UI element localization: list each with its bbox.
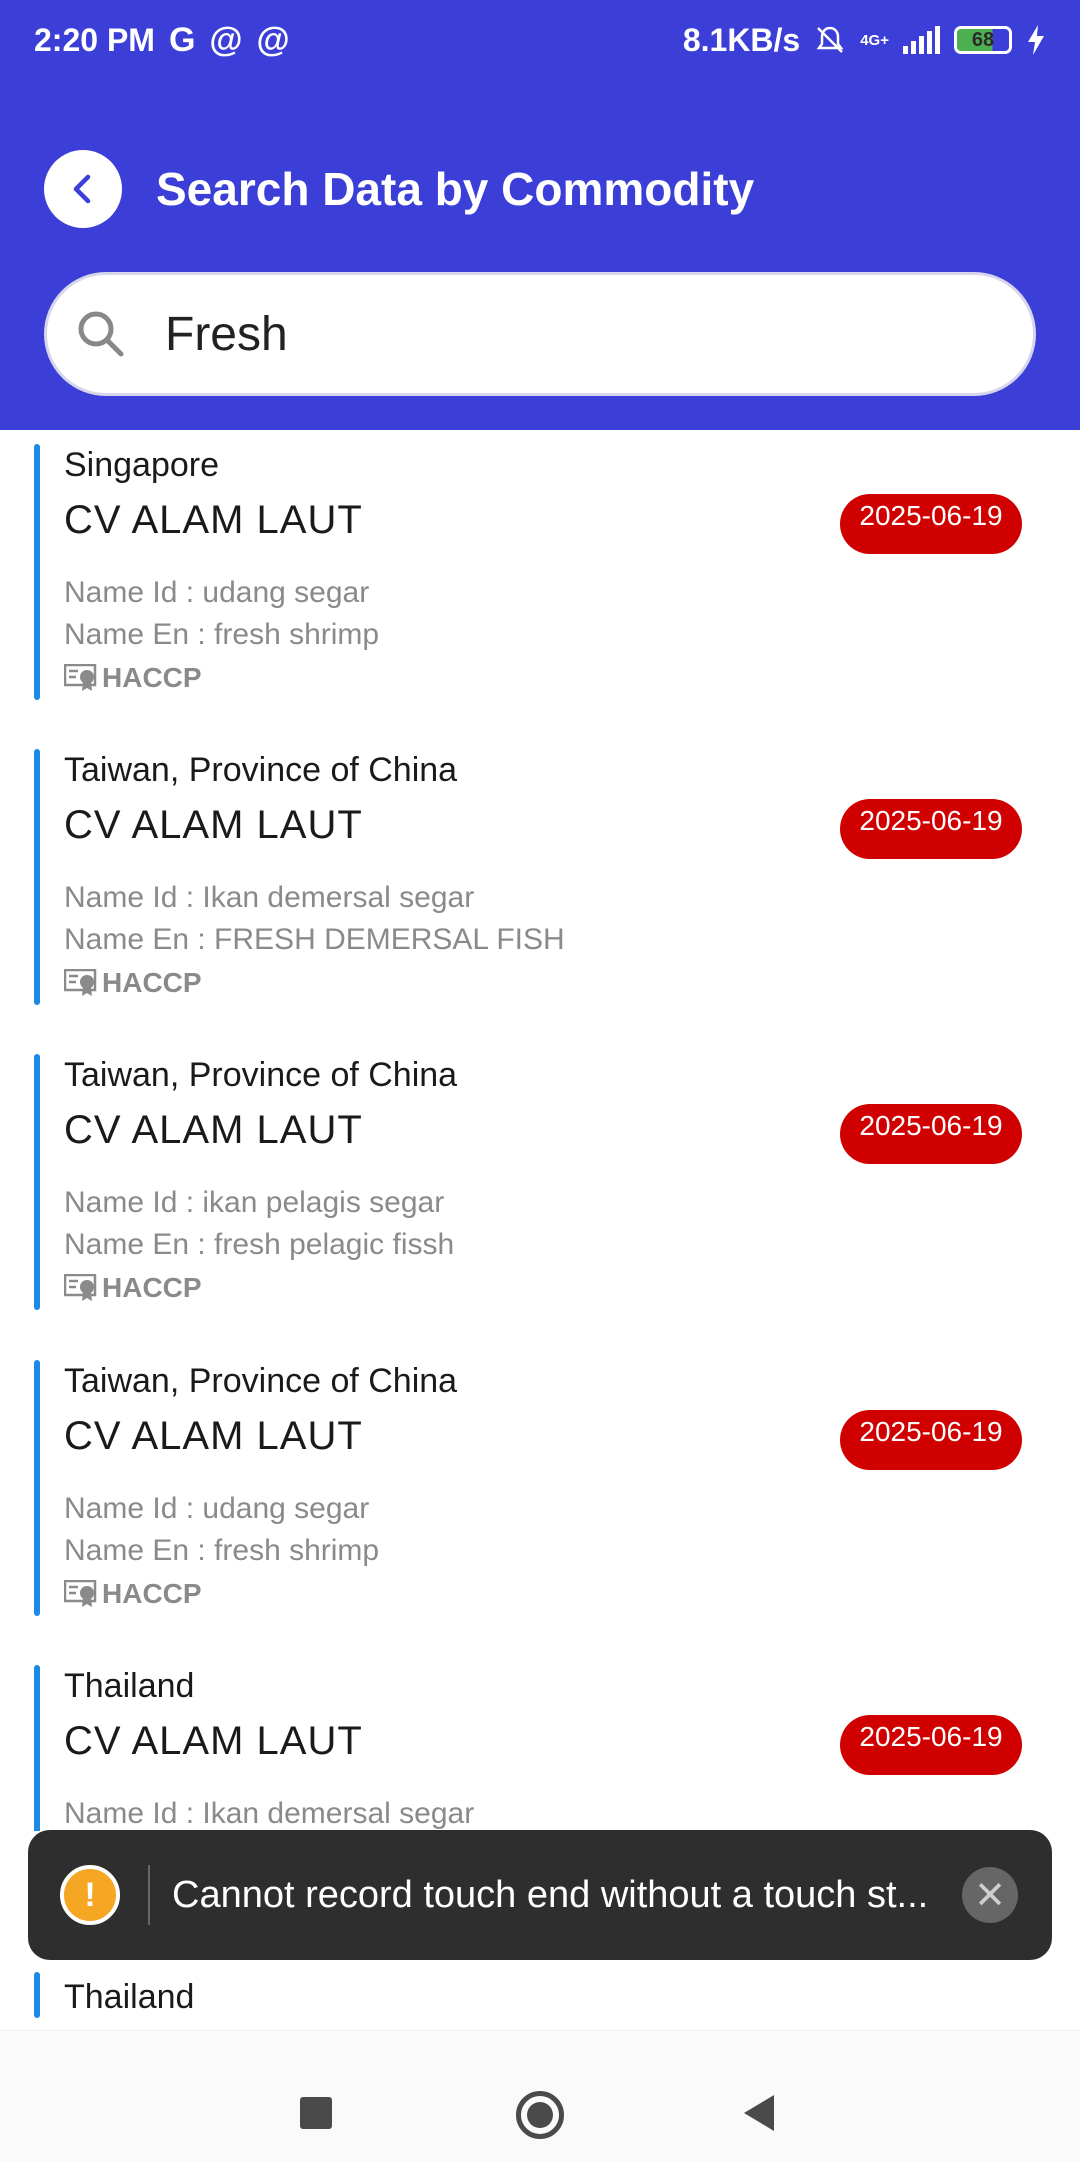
country-label: Taiwan, Province of China bbox=[64, 751, 458, 789]
date-badge: 2025-06-19 bbox=[840, 1104, 1022, 1164]
search-input[interactable] bbox=[163, 305, 967, 363]
country-label: Thailand bbox=[64, 1667, 195, 1705]
google-icon: G bbox=[168, 20, 196, 59]
company-name: CV ALAM LAUT bbox=[64, 1414, 363, 1458]
bell-muted-icon bbox=[816, 26, 844, 53]
card-accent-bar bbox=[34, 1972, 40, 2018]
toast-divider bbox=[148, 1865, 150, 1925]
certification-label: HACCP bbox=[102, 1272, 202, 1303]
name-id: Name Id : Ikan demersal segar bbox=[64, 1797, 475, 1830]
country-label: Thailand bbox=[64, 1978, 195, 2016]
signal-icon bbox=[903, 26, 940, 54]
company-name: CV ALAM LAUT bbox=[64, 803, 363, 847]
date-badge: 2025-06-19 bbox=[840, 1410, 1022, 1470]
certificate-icon bbox=[64, 1580, 97, 1607]
country-label: Taiwan, Province of China bbox=[64, 1056, 458, 1094]
network-type: 4G+ bbox=[860, 31, 889, 49]
name-en: Name En : fresh shrimp bbox=[64, 1534, 380, 1567]
name-en: Name En : fresh shrimp bbox=[64, 618, 380, 651]
chevron-left-icon bbox=[73, 174, 91, 204]
date-badge: 2025-06-19 bbox=[840, 799, 1022, 859]
country-label: Taiwan, Province of China bbox=[64, 1362, 458, 1400]
card-accent-bar bbox=[34, 1054, 40, 1310]
warning-icon: ! bbox=[60, 1865, 120, 1925]
toast-message: Cannot record touch end without a touch … bbox=[172, 1873, 929, 1916]
name-en: Name En : fresh pelagic fissh bbox=[64, 1228, 455, 1261]
date-badge: 2025-06-19 bbox=[840, 1715, 1022, 1775]
list-item[interactable]: Taiwan, Province of China CV ALAM LAUT 2… bbox=[34, 735, 1044, 1005]
certificate-icon bbox=[64, 1274, 97, 1301]
back-button[interactable] bbox=[44, 150, 122, 228]
certification-label: HACCP bbox=[102, 1578, 202, 1609]
certificate-icon bbox=[64, 664, 97, 691]
name-id: Name Id : ikan pelagis segar bbox=[64, 1186, 445, 1219]
title-bar: Search Data by Commodity bbox=[44, 150, 754, 228]
notification-icon: @ bbox=[209, 20, 243, 59]
charging-icon bbox=[1028, 25, 1044, 55]
network-speed: 8.1KB/s bbox=[682, 21, 801, 58]
certification: HACCP bbox=[64, 967, 202, 999]
country-label: Singapore bbox=[64, 446, 220, 484]
company-name: CV ALAM LAUT bbox=[64, 498, 363, 542]
certification-label: HACCP bbox=[102, 662, 202, 693]
home-icon[interactable] bbox=[516, 2091, 564, 2139]
status-bar: 2:20 PM G @ @ 8.1KB/s 4G+ 68 bbox=[0, 0, 1080, 80]
company-name: CV ALAM LAUT bbox=[64, 1719, 363, 1763]
date-badge: 2025-06-19 bbox=[840, 494, 1022, 554]
clock: 2:20 PM bbox=[34, 21, 155, 58]
card-accent-bar bbox=[34, 1665, 40, 1831]
card-accent-bar bbox=[34, 444, 40, 700]
search-icon bbox=[78, 311, 124, 357]
status-bar-left: 2:20 PM G @ @ bbox=[34, 21, 290, 60]
list-item[interactable]: Taiwan, Province of China CV ALAM LAUT 2… bbox=[34, 1040, 1044, 1310]
list-item[interactable]: Taiwan, Province of China CV ALAM LAUT 2… bbox=[34, 1346, 1044, 1616]
notification-icon: @ bbox=[256, 20, 290, 59]
certification: HACCP bbox=[64, 1272, 202, 1304]
page-title: Search Data by Commodity bbox=[156, 163, 755, 215]
card-accent-bar bbox=[34, 1360, 40, 1616]
error-toast: ! Cannot record touch end without a touc… bbox=[28, 1830, 1052, 1960]
system-nav-bar bbox=[0, 2030, 1080, 2161]
status-bar-right: 8.1KB/s 4G+ 68 bbox=[683, 22, 1046, 59]
card-accent-bar bbox=[34, 749, 40, 1005]
certificate-icon bbox=[64, 969, 97, 996]
search-bar[interactable] bbox=[44, 272, 1036, 396]
name-id: Name Id : udang segar bbox=[64, 1492, 370, 1525]
certification: HACCP bbox=[64, 1578, 202, 1610]
battery-icon: 68 bbox=[954, 26, 1012, 54]
certification-label: HACCP bbox=[102, 967, 202, 998]
name-en: Name En : FRESH DEMERSAL FISH bbox=[64, 923, 565, 956]
name-id: Name Id : Ikan demersal segar bbox=[64, 881, 475, 914]
back-icon[interactable] bbox=[744, 2095, 774, 2131]
certification: HACCP bbox=[64, 662, 202, 694]
app-header: 2:20 PM G @ @ 8.1KB/s 4G+ 68 Search Data… bbox=[0, 0, 1080, 430]
name-id: Name Id : udang segar bbox=[64, 576, 370, 609]
company-name: CV ALAM LAUT bbox=[64, 1108, 363, 1152]
close-icon[interactable]: ✕ bbox=[962, 1867, 1018, 1923]
recents-icon[interactable] bbox=[300, 2097, 332, 2129]
list-item[interactable]: Singapore CV ALAM LAUT 2025-06-19 Name I… bbox=[34, 430, 1044, 700]
list-item[interactable]: Thailand CV ALAM LAUT 2025-06-19 Name Id… bbox=[34, 1651, 1044, 1831]
